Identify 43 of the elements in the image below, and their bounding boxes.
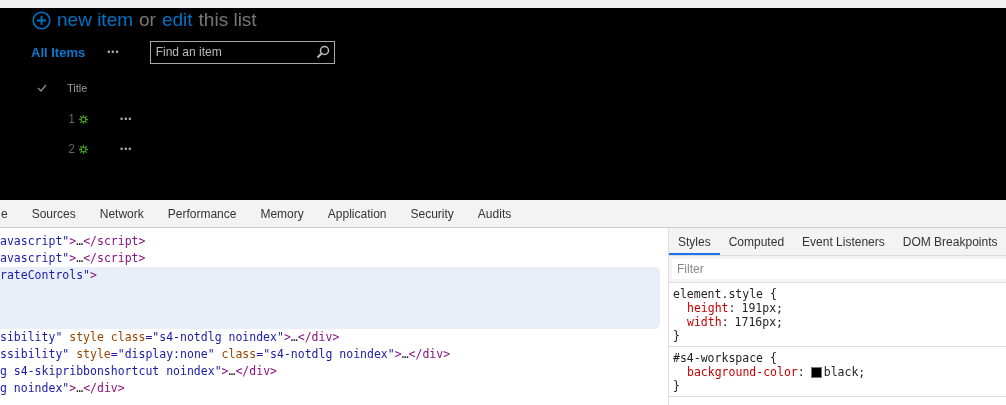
colon: : (721, 315, 729, 329)
item-menu-button[interactable]: ••• (120, 114, 133, 124)
closing-brace: } (673, 379, 681, 393)
code-line[interactable]: avascript">…</script> (0, 233, 660, 250)
column-header[interactable]: Title (67, 82, 88, 94)
heading-text: this list (198, 8, 257, 32)
css-property-value[interactable]: black; (823, 365, 866, 379)
colon: : (728, 301, 736, 315)
css-property-name[interactable]: width (687, 315, 722, 329)
more-button[interactable]: ••• (107, 47, 120, 57)
styles-tab[interactable]: Event Listeners (793, 235, 894, 255)
devtools-tab[interactable]: Security (410, 206, 454, 221)
filter-field[interactable]: Filter (672, 259, 1006, 279)
view-tab[interactable]: All Items (31, 44, 86, 60)
css-property-value[interactable]: 191px; (741, 301, 784, 315)
devtools-tab[interactable]: Sources (31, 206, 76, 221)
heading-text: or (139, 8, 156, 32)
colon: : (797, 365, 805, 379)
devtools-tab[interactable]: e (1, 206, 8, 221)
css-selector: element.style { (673, 287, 778, 301)
css-property-value[interactable]: 1716px; (734, 315, 784, 329)
code-line[interactable]: g noindex">…</div> (0, 380, 660, 397)
item-title[interactable]: 2 (0, 142, 75, 156)
code-line[interactable]: avascript">…</script> (0, 250, 660, 267)
devtools-tab[interactable]: Application (327, 206, 387, 221)
styles-tab[interactable]: Computed (719, 235, 794, 255)
code-line[interactable]: g s4-skipribbonshortcut noindex">…</div> (0, 363, 660, 380)
item-title[interactable]: 1 (0, 112, 75, 126)
heading-link[interactable]: new item (57, 8, 134, 32)
css-selector: #s4-workspace { (673, 351, 778, 365)
devtools-tab[interactable]: Performance (167, 206, 237, 221)
code-line[interactable]: sibility" style class="s4-notdlg noindex">…</div> (0, 329, 660, 346)
heading-link[interactable]: edit (161, 8, 193, 32)
code-line[interactable]: ssibility" style="display:none" class="s4-notdlg noindex">…</div> (0, 346, 660, 363)
styles-tab[interactable]: DOM Breakpoints (893, 235, 1006, 255)
css-property-name[interactable]: height (687, 301, 729, 315)
devtools-tab[interactable]: Audits (477, 206, 512, 221)
closing-brace: } (673, 329, 681, 343)
devtools-tab[interactable]: Memory (260, 206, 304, 221)
search-field[interactable]: Find an item (149, 40, 335, 64)
item-menu-button[interactable]: ••• (120, 144, 133, 154)
css-property-name[interactable]: background-color (687, 365, 798, 379)
devtools-tab[interactable]: Network (99, 206, 144, 221)
